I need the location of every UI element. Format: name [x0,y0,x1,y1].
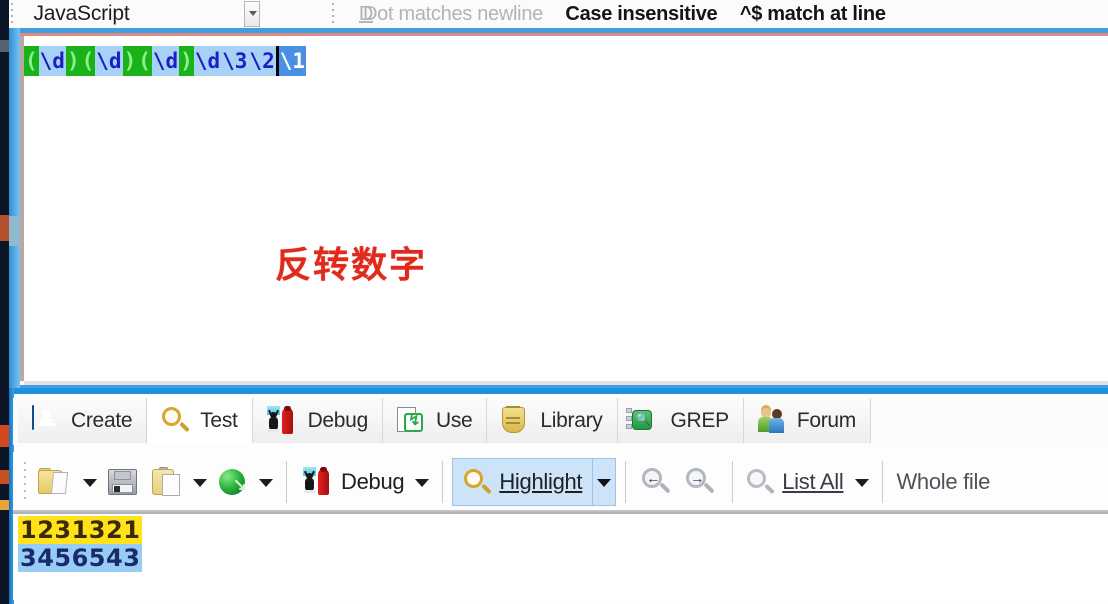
highlight-button[interactable]: Highlight [453,459,592,505]
tab-forum-label: Forum [796,408,857,432]
tab-library-label: Library [540,408,603,432]
list-all-button[interactable]: List All [742,458,873,506]
regex-editor-bottom-edge [24,381,1108,385]
toolbar-grip[interactable] [9,0,15,26]
open-file-dropdown-icon[interactable] [79,458,101,506]
people-icon [757,406,788,436]
regexbuddy-window: JavaScript DDot matches newline Case ins… [0,0,1108,604]
option-caret-dollar-line[interactable]: ^$ match at line [740,0,886,28]
page-arrow-icon [396,406,427,436]
bug-icon [303,467,335,497]
option-dot-matches-newline[interactable]: DDot matches newline [359,0,543,28]
regex-panel-scrollbar[interactable] [9,28,20,388]
match-highlight-primary[interactable]: 1231321 [18,516,143,544]
folder-open-icon [38,468,72,496]
floppy-save-icon [108,468,138,496]
find-previous-icon: ← [642,468,672,496]
highlight-button-group: Highlight [452,458,617,506]
edge-artifact [0,500,9,510]
regex-editor-surface[interactable] [10,33,1108,385]
regex-editor-gutter [20,36,24,381]
regex-token-backref-3[interactable]: \3 [221,46,249,76]
toolbar-divider [625,461,627,503]
regex-pattern-line[interactable]: ( \d ) ( \d ) ( \d ) \d \3 \2 \1 [24,46,307,76]
globe-icon: ↘ [218,468,248,496]
bug-icon [266,405,299,436]
test-toolbar: ↘ Debug Highlight ← → List All Whole fil… [13,452,1108,512]
scrollbar-thumb[interactable] [9,216,20,246]
search-scope-label[interactable]: Whole file [896,469,990,495]
annotation-text: 反转数字 [275,245,428,286]
regex-options-bar: JavaScript DDot matches newline Case ins… [9,0,1108,28]
tab-create[interactable]: Create [18,398,148,443]
regex-token-group-close[interactable]: ) [122,46,138,76]
regex-token-digit[interactable]: \d [38,46,66,76]
chevron-down-icon[interactable] [243,1,260,27]
open-in-browser-button[interactable]: ↘ [211,458,255,506]
clipboard-paste-icon [152,467,182,497]
tab-debug[interactable]: Debug [252,398,383,443]
tab-create-label: Create [71,408,133,432]
test-line-row: 1231321 [18,516,1108,544]
edge-artifact [0,40,9,52]
browser-dropdown-icon[interactable] [255,458,277,506]
toolbar-divider [882,461,884,503]
debug-dropdown-icon[interactable] [411,458,433,506]
open-file-button[interactable] [31,458,79,506]
main-tabstrip: Create Test Debug ↯ Use Library 🔍 GREP F… [13,398,1108,445]
debug-button[interactable]: Debug [296,458,411,506]
toolbar-divider [286,461,287,503]
grep-icon [625,406,662,436]
regex-token-group-close[interactable]: ) [65,46,81,76]
book-icon [501,405,531,436]
option-case-insensitive[interactable]: Case insensitive [565,0,717,28]
regex-token-group-open[interactable]: ( [24,46,39,76]
regex-token-backref-1[interactable]: \1 [278,46,307,76]
regex-token-group-open[interactable]: ( [137,46,152,76]
regex-token-backref-2[interactable]: \2 [248,46,276,76]
regex-token-group-open[interactable]: ( [80,46,96,76]
regex-token-digit[interactable]: \d [193,46,222,76]
toolbar-grip[interactable] [21,458,31,506]
regex-token-group-close[interactable]: ) [179,46,194,76]
tab-grep[interactable]: GREP [617,398,744,443]
toolbar-grip[interactable] [330,0,336,26]
magnifier-icon [463,468,493,496]
tab-use[interactable]: Use [382,398,488,443]
find-previous-button[interactable]: ← [635,458,679,506]
create-icon [32,404,62,436]
find-next-icon: → [686,468,716,496]
magnifier-icon [746,468,776,496]
paste-button[interactable] [145,458,189,506]
background-window-edge [0,0,9,604]
magnifier-icon [161,406,191,436]
edge-artifact [0,215,9,241]
regex-token-digit[interactable]: \d [151,46,180,76]
highlight-button-label: Highlight [499,469,583,494]
tab-forum[interactable]: Forum [743,398,872,443]
tab-grep-label: GREP [670,408,730,432]
list-all-label: List All [782,469,844,494]
highlight-dropdown-icon[interactable] [593,458,615,506]
tab-use-label: Use [435,408,473,432]
match-highlight-secondary[interactable]: 3456543 [18,544,143,572]
option-dot-matches-newline-label: Dot matches newline [363,3,543,25]
regex-flavor-label[interactable]: JavaScript [19,0,129,28]
list-all-dropdown-icon[interactable] [851,458,870,506]
debug-button-label: Debug [341,469,405,494]
test-line-row: 3456543 [18,544,1108,572]
tab-test[interactable]: Test [147,398,253,443]
regex-token-digit[interactable]: \d [95,46,123,76]
toolbar-divider [732,461,734,503]
find-next-button[interactable]: → [679,458,723,506]
tab-test-label: Test [200,408,238,432]
paste-dropdown-icon[interactable] [189,458,211,506]
tab-library[interactable]: Library [487,398,618,443]
save-file-button[interactable] [101,458,145,506]
tab-debug-label: Debug [307,408,369,432]
edge-artifact [0,470,9,484]
test-subject-editor[interactable]: 1231321 3456543 [13,514,1108,600]
edge-artifact [0,425,9,447]
toolbar-divider [442,461,444,503]
